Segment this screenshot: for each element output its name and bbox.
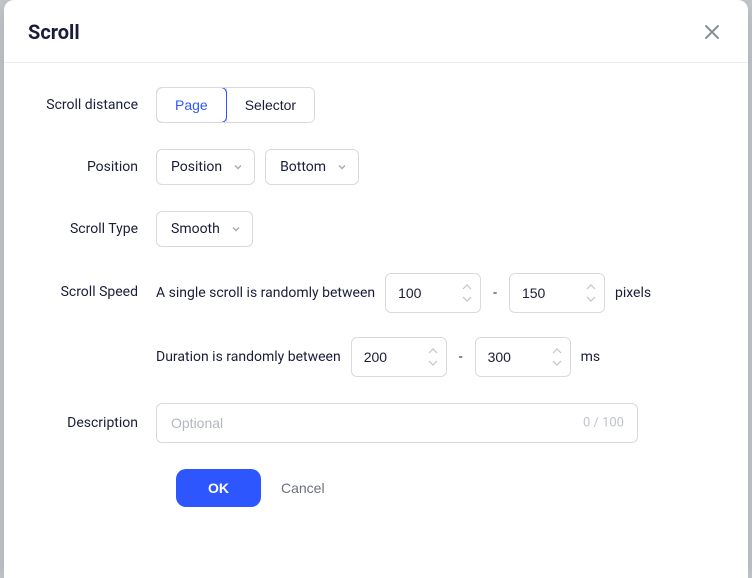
stepper-down[interactable] — [584, 294, 598, 304]
row-scroll-distance: Scroll distance Page Selector — [28, 87, 724, 123]
close-button[interactable] — [700, 20, 724, 44]
label-description: Description — [28, 414, 156, 432]
label-position: Position — [28, 158, 156, 176]
duration-min-input[interactable] — [351, 337, 447, 377]
speed-unit-1: pixels — [615, 285, 651, 301]
stepper-up[interactable] — [460, 282, 474, 292]
scroll-max-input[interactable] — [509, 273, 605, 313]
scroll-type-value: Smooth — [171, 221, 220, 237]
position-value: Bottom — [280, 159, 326, 175]
label-scroll-speed: Scroll Speed — [28, 273, 156, 301]
row-description: Description 0 / 100 — [28, 403, 724, 443]
row-scroll-type: Scroll Type Smooth — [28, 211, 724, 247]
stepper-down[interactable] — [460, 294, 474, 304]
duration-max-input[interactable] — [475, 337, 571, 377]
dash-2: - — [457, 349, 465, 365]
toggle-selector[interactable]: Selector — [226, 88, 314, 122]
speed-text-2: Duration is randomly between — [156, 349, 341, 365]
chevron-down-icon — [230, 223, 242, 235]
chevron-down-icon — [336, 161, 348, 173]
position-mode-select[interactable]: Position — [156, 149, 255, 185]
char-counter: 0 / 100 — [583, 416, 624, 431]
modal-body: Scroll distance Page Selector Position P… — [4, 63, 748, 578]
stepper-down[interactable] — [550, 358, 564, 368]
ok-button[interactable]: OK — [176, 469, 261, 507]
description-input[interactable] — [156, 403, 638, 443]
position-value-select[interactable]: Bottom — [265, 149, 359, 185]
label-scroll-distance: Scroll distance — [28, 96, 156, 114]
cancel-button[interactable]: Cancel — [281, 480, 325, 496]
close-icon — [704, 24, 720, 40]
position-mode-value: Position — [171, 159, 222, 175]
scroll-modal: Scroll Scroll distance Page Selector Pos… — [4, 0, 748, 578]
modal-footer: OK Cancel — [28, 469, 724, 507]
label-scroll-type: Scroll Type — [28, 220, 156, 238]
speed-unit-2: ms — [581, 349, 601, 365]
scroll-min-input[interactable] — [385, 273, 481, 313]
scroll-type-select[interactable]: Smooth — [156, 211, 253, 247]
modal-header: Scroll — [4, 0, 748, 63]
dash-1: - — [491, 285, 499, 301]
stepper-up[interactable] — [584, 282, 598, 292]
speed-text-1: A single scroll is randomly between — [156, 285, 375, 301]
stepper-up[interactable] — [550, 346, 564, 356]
scroll-distance-toggle: Page Selector — [156, 87, 315, 123]
row-position: Position Position Bottom — [28, 149, 724, 185]
stepper-down[interactable] — [426, 358, 440, 368]
modal-title: Scroll — [28, 20, 80, 44]
stepper-up[interactable] — [426, 346, 440, 356]
row-scroll-speed: Scroll Speed A single scroll is randomly… — [28, 273, 724, 377]
description-wrap: 0 / 100 — [156, 403, 638, 443]
toggle-page[interactable]: Page — [156, 87, 227, 123]
chevron-down-icon — [232, 161, 244, 173]
